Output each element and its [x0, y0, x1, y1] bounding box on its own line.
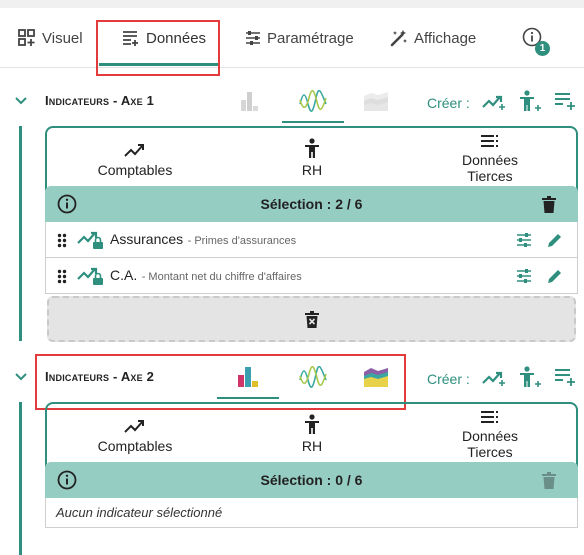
tab-bar: Visuel Données Paramétrage Affichage 1 — [0, 8, 584, 68]
bar-chart-icon — [238, 367, 258, 387]
area-chart-icon — [364, 92, 388, 111]
selection-count: Sélection : 2 / 6 — [260, 196, 363, 212]
category-rh[interactable]: RH — [272, 138, 352, 178]
trending-up-lock-icon — [77, 267, 103, 285]
trending-up-add-icon — [482, 371, 505, 386]
chart-tab-underline — [282, 121, 344, 123]
magic-wand-icon — [390, 29, 408, 47]
category-donnees-tierces[interactable]: Données Tierces — [440, 134, 540, 184]
indicator-name: C.A. — [110, 267, 138, 283]
selection-bar: Sélection : 2 / 6 — [45, 186, 578, 222]
chart-type-area-tab[interactable] — [346, 84, 406, 118]
info-button[interactable]: 1 — [522, 8, 550, 68]
person-add-icon — [519, 90, 541, 111]
axis-1-title: Indicateurs - Axe 1 — [45, 93, 155, 108]
list-add-icon — [554, 369, 575, 386]
chevron-down-icon[interactable] — [14, 94, 28, 108]
drag-handle-icon[interactable] — [57, 269, 67, 284]
create-third-party-button[interactable] — [554, 91, 576, 114]
settings-sliders-icon[interactable] — [516, 268, 532, 284]
list-icon — [481, 135, 498, 147]
trending-up-icon — [124, 420, 144, 433]
trash-icon — [542, 472, 556, 489]
create-third-party-button[interactable] — [554, 367, 576, 390]
indicator-name: Assurances — [110, 231, 184, 247]
line-chart-icon — [299, 90, 327, 112]
chart-tab-underline — [217, 397, 279, 399]
tab-label: Affichage — [414, 29, 477, 47]
indicator-description: - Montant net du chiffre d'affaires — [141, 271, 302, 283]
list-add-icon — [122, 29, 140, 47]
active-tab-underline — [99, 63, 219, 66]
dashboard-add-icon — [18, 29, 36, 47]
notification-badge: 1 — [535, 41, 550, 56]
trash-icon[interactable] — [542, 196, 556, 213]
edit-pencil-icon[interactable] — [547, 232, 563, 248]
create-hr-button[interactable] — [518, 366, 542, 391]
chevron-down-icon[interactable] — [14, 370, 28, 384]
top-strip — [0, 0, 584, 8]
chart-type-bar-tab[interactable] — [220, 84, 280, 118]
person-icon — [305, 138, 319, 158]
axis-2-guide-line — [19, 402, 22, 555]
info-icon: 1 — [522, 27, 550, 56]
bar-chart-icon — [241, 92, 258, 111]
tab-visuel[interactable]: Visuel — [18, 8, 83, 68]
axis-1-guide-line — [19, 126, 22, 341]
settings-sliders-icon[interactable] — [516, 232, 532, 248]
chart-type-line-tab[interactable] — [283, 360, 343, 394]
edit-pencil-icon[interactable] — [547, 268, 563, 284]
create-accounting-button[interactable] — [482, 92, 506, 113]
chart-type-area-tab[interactable] — [346, 360, 406, 394]
category-comptables[interactable]: Comptables — [80, 418, 190, 454]
person-icon — [305, 414, 319, 434]
trending-up-add-icon — [482, 95, 505, 110]
indicator-row[interactable]: C.A. - Montant net du chiffre d'affaires — [45, 258, 578, 294]
create-accounting-button[interactable] — [482, 368, 506, 389]
tab-affichage[interactable]: Affichage — [390, 8, 476, 68]
create-actions: Créer : — [427, 90, 576, 115]
tab-label: Paramétrage — [267, 29, 354, 47]
list-icon — [481, 411, 498, 423]
tab-label: Données — [146, 29, 207, 47]
axis-2-title: Indicateurs - Axe 2 — [45, 369, 155, 384]
create-actions: Créer : — [427, 366, 576, 391]
trending-up-lock-icon — [77, 231, 103, 249]
chart-type-bar-tab[interactable] — [218, 360, 278, 394]
list-add-icon — [554, 93, 575, 110]
tab-donnees[interactable]: Données — [122, 8, 206, 68]
chart-type-line-tab[interactable] — [283, 84, 343, 118]
person-add-icon — [519, 366, 541, 387]
trash-x-icon — [304, 310, 319, 328]
tab-label: Visuel — [42, 29, 83, 47]
line-chart-icon — [299, 366, 327, 388]
drag-handle-icon[interactable] — [57, 233, 67, 248]
drop-zone-delete[interactable] — [47, 296, 576, 342]
selection-count: Sélection : 0 / 6 — [260, 472, 363, 488]
category-donnees-tierces[interactable]: Données Tierces — [440, 410, 540, 460]
indicator-row[interactable]: Assurances - Primes d'assurances — [45, 222, 578, 258]
selection-bar: Sélection : 0 / 6 — [45, 462, 578, 498]
empty-selection-message: Aucun indicateur sélectionné — [45, 498, 578, 528]
category-comptables[interactable]: Comptables — [80, 142, 190, 178]
trending-up-icon — [124, 144, 144, 157]
create-hr-button[interactable] — [518, 90, 542, 115]
tab-parametrage[interactable]: Paramétrage — [245, 8, 354, 68]
category-rh[interactable]: RH — [272, 414, 352, 454]
area-chart-icon — [364, 368, 388, 387]
indicator-description: - Primes d'assurances — [187, 235, 297, 247]
sliders-icon — [245, 30, 261, 46]
